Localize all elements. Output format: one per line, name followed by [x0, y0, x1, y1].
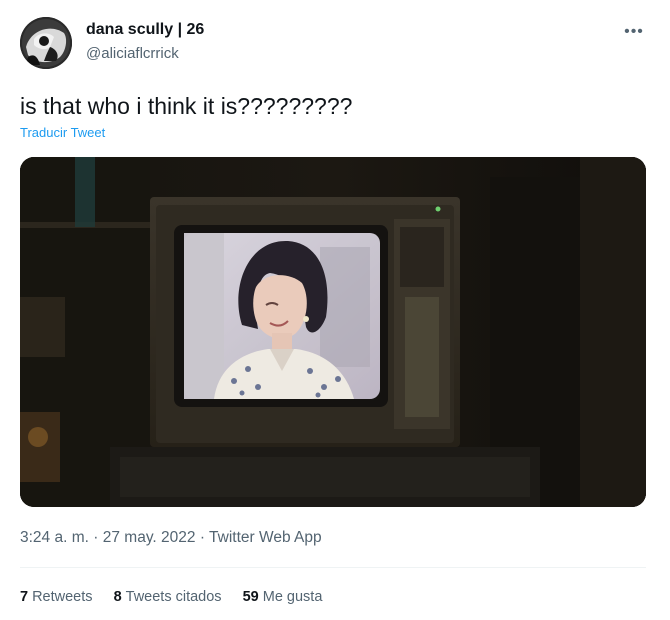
tv-still-image [20, 157, 646, 507]
stat-label: Tweets citados [125, 589, 222, 605]
tweet-card: dana scully | 26 @aliciaflcrrick ••• is … [0, 0, 670, 620]
stat-quote-tweets[interactable]: 8 Tweets citados [114, 589, 222, 605]
meta-separator: · [93, 529, 99, 546]
stat-label: Me gusta [262, 589, 323, 605]
tweet-text: is that who i think it is????????? [20, 93, 353, 119]
tweet-meta: 3:24 a. m. · 27 may. 2022 · Twitter Web … [20, 529, 322, 547]
avatar[interactable] [20, 17, 72, 69]
stat-count: 59 [242, 589, 259, 605]
tweet-stats: 7 Retweets 8 Tweets citados 59 Me gusta [20, 589, 339, 605]
meta-separator: · [199, 529, 205, 546]
more-options-icon[interactable]: ••• [622, 22, 646, 42]
stat-retweets[interactable]: 7 Retweets [20, 589, 93, 605]
author-display-name[interactable]: dana scully | 26 [86, 21, 204, 39]
tweet-time[interactable]: 3:24 a. m. [20, 529, 89, 546]
stat-likes[interactable]: 59 Me gusta [243, 589, 323, 605]
avatar-photo-icon [20, 17, 72, 69]
tweet-source[interactable]: Twitter Web App [209, 529, 322, 546]
tweet-media[interactable] [20, 157, 646, 507]
stat-label: Retweets [32, 589, 93, 605]
stat-count: 8 [113, 589, 122, 605]
tweet-date[interactable]: 27 may. 2022 [103, 529, 196, 546]
divider [20, 567, 646, 568]
translate-tweet-link[interactable]: Traducir Tweet [20, 125, 105, 140]
author-handle[interactable]: @aliciaflcrrick [86, 45, 179, 62]
stat-count: 7 [20, 589, 29, 605]
